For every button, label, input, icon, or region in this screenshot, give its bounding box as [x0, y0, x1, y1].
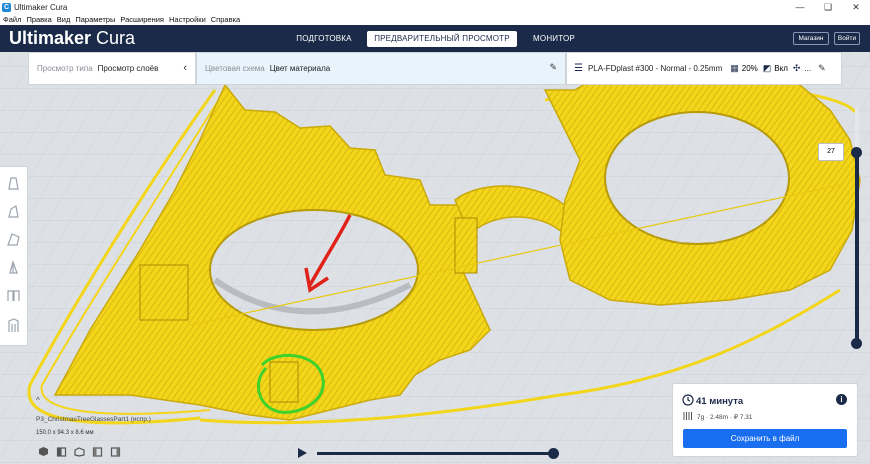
chevron-up-icon[interactable]: ^	[36, 396, 45, 405]
object-name: P3_ChristmasTreeGlassesPart1 (испр.)	[36, 416, 151, 423]
simulation-slider-handle[interactable]	[548, 448, 559, 459]
menu-preferences[interactable]: Настройки	[169, 15, 206, 24]
close-button[interactable]: ✕	[842, 0, 870, 14]
layer-number-input[interactable]: 27	[818, 143, 844, 161]
menu-view[interactable]: Вид	[57, 15, 71, 24]
tab-prepare[interactable]: ПОДГОТОВКА	[290, 31, 358, 47]
view-type-value: Просмотр слоёв	[97, 64, 159, 73]
infill-icon: ▦	[730, 63, 739, 73]
info-icon[interactable]: i	[836, 394, 847, 405]
play-button[interactable]	[298, 448, 307, 458]
minimize-button[interactable]: —	[786, 0, 814, 14]
menu-file[interactable]: Файл	[3, 15, 21, 24]
top-view-icon[interactable]	[74, 446, 85, 457]
filament-icon	[683, 412, 692, 420]
profile-name: PLA-FDplast #300 - Normal - 0.25mm	[587, 64, 723, 73]
object-dimensions: 150.0 x 94.3 x 8.6 мм	[36, 430, 94, 436]
app-header: Ultimaker Cura ПОДГОТОВКА ПРЕДВАРИТЕЛЬНЫ…	[0, 25, 870, 52]
brand-logo: Ultimaker Cura	[9, 28, 136, 48]
material-estimate: 7g · 2.48m · ₽ 7.31	[697, 414, 753, 421]
marketplace-button[interactable]: Магазин	[793, 32, 829, 45]
pencil-icon[interactable]: ✎	[818, 63, 826, 74]
printer-profile-icon: ☰	[574, 63, 583, 74]
menu-settings[interactable]: Параметры	[75, 15, 115, 24]
menu-help[interactable]: Справка	[211, 15, 240, 24]
window-title: Ultimaker Cura	[14, 2, 68, 12]
print-settings-selector[interactable]: ☰ PLA-FDplast #300 - Normal - 0.25mm ▦ 2…	[566, 52, 842, 85]
mirror-icon[interactable]	[5, 259, 22, 276]
adhesion-icon: ✣	[792, 63, 801, 73]
tab-preview[interactable]: ПРЕДВАРИТЕЛЬНЫЙ ПРОСМОТР	[367, 31, 517, 47]
pencil-icon[interactable]: ✎	[549, 62, 557, 73]
3d-view-icon[interactable]	[38, 446, 49, 457]
scale-icon[interactable]	[5, 203, 22, 220]
right-view-icon[interactable]	[110, 446, 121, 457]
infill-value: 20%	[741, 64, 758, 73]
view-type-label: Просмотр типа	[37, 64, 93, 73]
support-icon: ◩	[762, 63, 772, 73]
layer-slider-lower-handle[interactable]	[851, 338, 862, 349]
per-model-settings-icon[interactable]	[5, 287, 22, 304]
layer-slider-track-upper	[855, 108, 859, 152]
layer-slider-upper-handle[interactable]	[851, 147, 862, 158]
simulation-slider-track[interactable]	[317, 452, 553, 455]
print-info-panel: 41 минута i 7g · 2.48m · ₽ 7.31 Сохранит…	[672, 383, 858, 457]
view-type-selector[interactable]: Просмотр типа Просмотр слоёв ‹	[28, 52, 196, 85]
menubar: Файл Правка Вид Параметры Расширения Нас…	[0, 14, 870, 25]
more-settings[interactable]: ...	[804, 64, 811, 73]
rotate-icon[interactable]	[5, 231, 22, 248]
cura-app-icon: C	[2, 2, 11, 12]
move-icon[interactable]	[5, 175, 22, 192]
menu-edit[interactable]: Правка	[26, 15, 51, 24]
support-blocker-icon[interactable]	[5, 317, 22, 334]
signin-button[interactable]: Войти	[834, 32, 860, 45]
tab-monitor[interactable]: МОНИТОР	[526, 31, 582, 47]
maximize-button[interactable]: ❏	[814, 0, 842, 14]
front-view-icon[interactable]	[56, 446, 67, 457]
save-to-file-button[interactable]: Сохранить в файл	[683, 429, 847, 448]
menu-extensions[interactable]: Расширения	[120, 15, 164, 24]
print-time: 41 минута	[696, 396, 744, 407]
left-toolbar	[0, 166, 28, 346]
color-scheme-label: Цветовая схема	[205, 64, 265, 73]
chevron-left-icon[interactable]: ‹	[183, 62, 187, 74]
window-titlebar: C Ultimaker Cura — ❏ ✕	[0, 0, 870, 14]
clock-icon	[682, 394, 694, 406]
color-scheme-value: Цвет материала	[269, 64, 331, 73]
left-view-icon[interactable]	[92, 446, 103, 457]
support-value: Вкл	[774, 64, 788, 73]
color-scheme-selector[interactable]: Цветовая схема Цвет материала ✎	[196, 52, 566, 85]
